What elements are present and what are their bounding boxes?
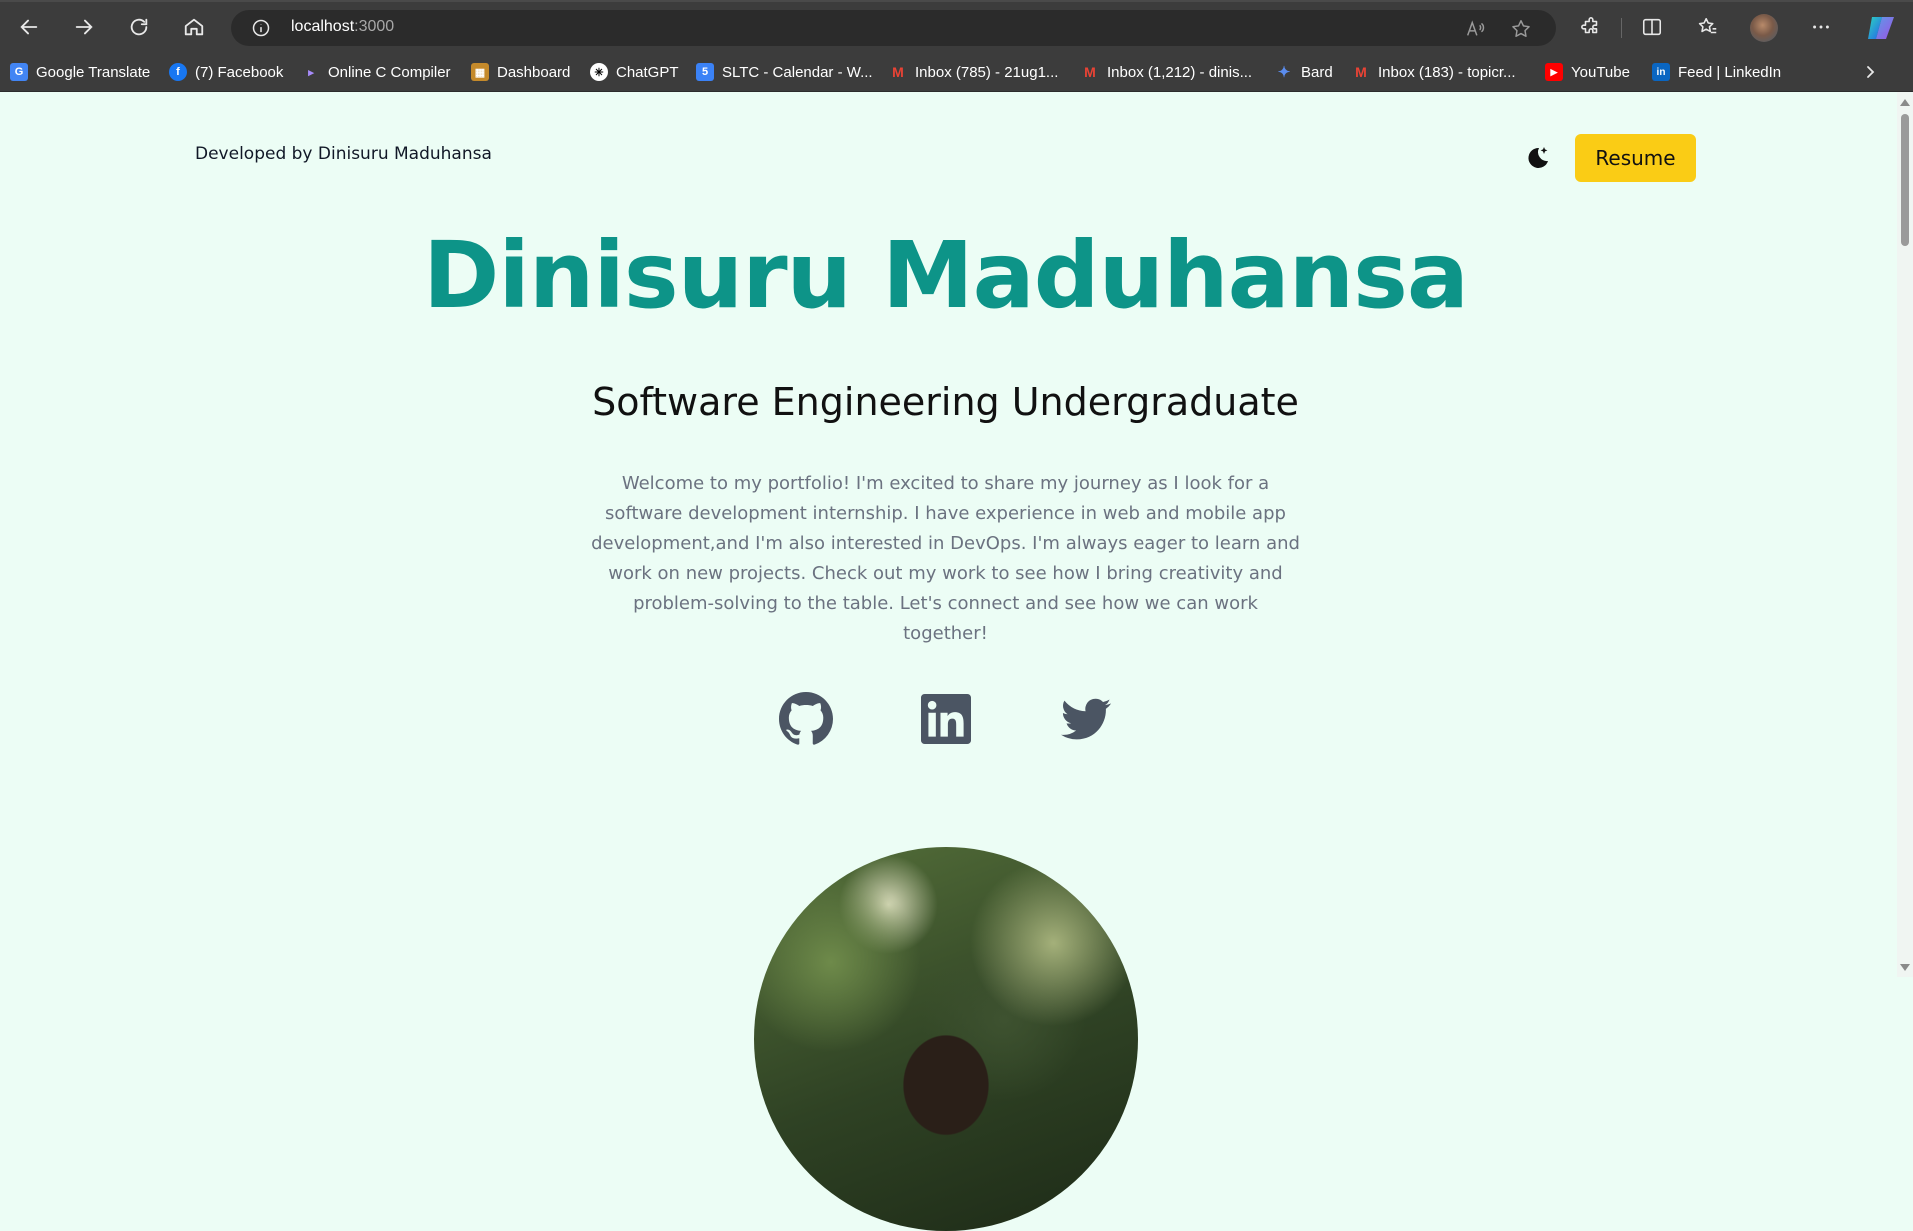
- bookmark-youtube[interactable]: ▶ YouTube: [1545, 60, 1630, 84]
- bookmark-label: SLTC - Calendar - W...: [722, 63, 873, 81]
- extensions-button[interactable]: [1578, 14, 1604, 40]
- arrow-left-icon: [20, 19, 38, 35]
- bookmark-sltc-calendar[interactable]: 5 SLTC - Calendar - W...: [696, 60, 873, 84]
- page-scrollbar[interactable]: [1897, 92, 1913, 977]
- bookmark-facebook[interactable]: f (7) Facebook: [169, 60, 283, 84]
- chatgpt-icon: ✳: [590, 63, 608, 81]
- address-bar[interactable]: localhost:3000: [231, 10, 1556, 46]
- bookmark-label: Online C Compiler: [328, 63, 451, 81]
- bookmark-google-translate[interactable]: G Google Translate: [10, 60, 150, 84]
- bookmark-label: Bard: [1301, 63, 1333, 81]
- bookmark-linkedin[interactable]: in Feed | LinkedIn: [1652, 60, 1781, 84]
- back-button[interactable]: [12, 12, 46, 42]
- facebook-icon: f: [169, 63, 187, 81]
- bookmark-label: Google Translate: [36, 63, 151, 81]
- bookmark-label: YouTube: [1571, 63, 1630, 81]
- bookmark-chatgpt[interactable]: ✳ ChatGPT: [590, 60, 679, 84]
- twitter-link[interactable]: [1058, 691, 1114, 747]
- favorites-list-icon: [1698, 17, 1717, 34]
- ellipsis-icon: [1813, 25, 1829, 29]
- hero-name: Dinisuru Maduhansa: [423, 222, 1469, 329]
- developer-credit: Developed by Dinisuru Maduhansa: [195, 144, 492, 164]
- linkedin-icon: [921, 694, 971, 744]
- gmail-icon: M: [892, 64, 904, 80]
- profile-avatar[interactable]: [1750, 14, 1778, 42]
- youtube-icon: ▶: [1545, 63, 1563, 81]
- bookmark-online-c-compiler[interactable]: ▸ Online C Compiler: [302, 60, 451, 84]
- github-icon: [779, 692, 833, 745]
- scroll-down-arrow-icon[interactable]: [1900, 964, 1910, 971]
- info-icon[interactable]: [251, 18, 271, 38]
- bookmark-label: Inbox (183) - topicr...: [1378, 63, 1516, 81]
- calendar-icon: 5: [696, 63, 714, 81]
- profile-photo: [754, 847, 1138, 1231]
- reload-icon: [130, 18, 148, 36]
- bookmark-inbox-785[interactable]: M Inbox (785) - 21ug1...: [889, 60, 1058, 84]
- split-screen-button[interactable]: [1639, 14, 1665, 40]
- linkedin-icon: in: [1652, 63, 1670, 81]
- bookmark-label: Dashboard: [497, 63, 571, 81]
- toolbar-divider: [1621, 18, 1622, 38]
- chevron-right-icon[interactable]: [1862, 64, 1878, 80]
- bookmark-inbox-1212[interactable]: M Inbox (1,212) - dinis...: [1081, 60, 1252, 84]
- bookmarks-bar: G Google Translate f (7) Facebook ▸ Onli…: [0, 52, 1913, 92]
- hero-role: Software Engineering Undergraduate: [592, 380, 1299, 424]
- favorites-button[interactable]: [1695, 14, 1721, 40]
- scrollbar-thumb[interactable]: [1901, 114, 1909, 246]
- bookmark-label: Inbox (785) - 21ug1...: [915, 63, 1059, 81]
- reload-button[interactable]: [122, 12, 156, 42]
- split-screen-icon: [1642, 18, 1662, 36]
- copilot-icon[interactable]: [1866, 15, 1896, 41]
- puzzle-icon: [1581, 17, 1598, 34]
- google-translate-icon: G: [10, 63, 28, 81]
- resume-button[interactable]: Resume: [1575, 134, 1696, 182]
- browser-toolbar: localhost:3000: [0, 0, 1913, 52]
- bookmark-label: Inbox (1,212) - dinis...: [1107, 63, 1253, 81]
- portfolio-page: Developed by Dinisuru Maduhansa Resume D…: [0, 92, 1897, 1231]
- intro-paragraph: Welcome to my portfolio! I'm excited to …: [591, 473, 1300, 644]
- read-aloud-icon[interactable]: [1464, 18, 1486, 40]
- dashboard-icon: ▦: [471, 63, 489, 81]
- bookmark-bard[interactable]: ✦ Bard: [1275, 60, 1333, 84]
- forward-button[interactable]: [67, 12, 101, 42]
- bookmark-dashboard[interactable]: ▦ Dashboard: [471, 60, 570, 84]
- arrow-right-icon: [75, 19, 93, 35]
- linkedin-link[interactable]: [918, 691, 974, 747]
- bookmark-label: ChatGPT: [616, 63, 679, 81]
- favorite-star-icon[interactable]: [1510, 18, 1532, 40]
- url-port: :3000: [354, 18, 395, 35]
- bookmark-inbox-183[interactable]: M Inbox (183) - topicr...: [1352, 60, 1516, 84]
- bookmark-label: Feed | LinkedIn: [1678, 63, 1782, 81]
- twitter-icon: [1061, 698, 1111, 740]
- url-host: localhost: [291, 18, 355, 35]
- compiler-icon: ▸: [308, 66, 314, 79]
- github-link[interactable]: [778, 691, 834, 747]
- moon-icon[interactable]: [1522, 142, 1552, 172]
- home-icon: [184, 18, 204, 36]
- gmail-icon: M: [1084, 64, 1096, 80]
- bookmark-label: (7) Facebook: [195, 63, 284, 81]
- bard-icon: ✦: [1277, 64, 1291, 81]
- more-options-button[interactable]: [1808, 14, 1834, 40]
- home-button[interactable]: [177, 12, 211, 42]
- scroll-up-arrow-icon[interactable]: [1900, 99, 1910, 106]
- gmail-icon: M: [1355, 64, 1367, 80]
- url-text: localhost:3000: [291, 18, 394, 36]
